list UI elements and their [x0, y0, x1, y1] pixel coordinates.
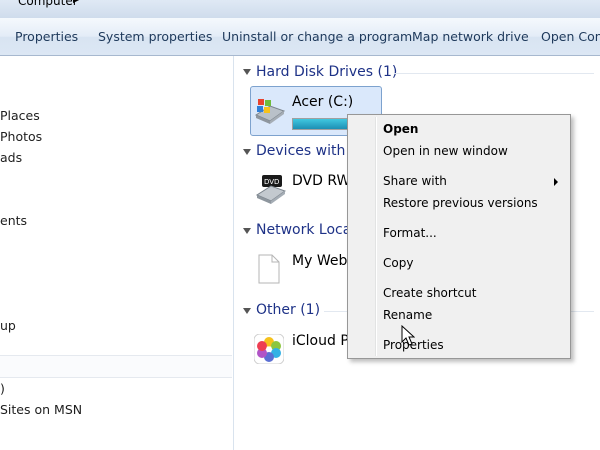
breadcrumb-arrow-icon[interactable]: ▶	[73, 0, 80, 5]
collapse-triangle-icon[interactable]	[243, 228, 251, 234]
group-heading-hard-disk[interactable]: Hard Disk Drives (1)	[256, 64, 397, 80]
nav-item-documents[interactable]: ents	[0, 213, 27, 228]
title-bar: Computer ▶	[0, 0, 600, 18]
icloud-photos-icon	[254, 334, 284, 364]
blank-document-icon	[258, 254, 280, 284]
breadcrumb-computer[interactable]: Computer	[18, 0, 78, 8]
command-bar: Properties System properties Uninstall o…	[0, 18, 600, 56]
group-divider	[394, 73, 594, 74]
group-heading-network[interactable]: Network Loca	[256, 222, 351, 238]
drive-c-label: Acer (C:)	[292, 94, 354, 110]
dvd-drive-icon: DVD	[256, 175, 286, 204]
menu-gutter	[375, 117, 377, 356]
nav-item-photos[interactable]: Photos	[0, 129, 42, 144]
collapse-triangle-icon[interactable]	[243, 69, 251, 75]
menu-item-open[interactable]: Open	[383, 122, 418, 136]
menu-item-share-with[interactable]: Share with	[383, 174, 447, 188]
navigation-pane: Places Photos ads ents up ) Sites on MSN	[0, 56, 234, 450]
menu-item-create-shortcut[interactable]: Create shortcut	[383, 286, 476, 300]
nav-selected-row[interactable]	[0, 355, 232, 378]
collapse-triangle-icon[interactable]	[243, 149, 251, 155]
icloud-label[interactable]: iCloud P	[292, 333, 349, 349]
menu-item-format[interactable]: Format...	[383, 226, 437, 240]
nav-item-drive[interactable]: )	[0, 381, 5, 396]
menu-item-restore-previous-versions[interactable]: Restore previous versions	[383, 196, 538, 210]
collapse-triangle-icon[interactable]	[243, 308, 251, 314]
menu-item-copy[interactable]: Copy	[383, 256, 413, 270]
map-network-drive-button[interactable]: Map network drive	[412, 29, 529, 44]
hard-drive-windows-icon	[254, 99, 286, 124]
nav-item-downloads[interactable]: ads	[0, 150, 22, 165]
menu-item-open-new-window[interactable]: Open in new window	[383, 144, 508, 158]
nav-item-group[interactable]: up	[0, 318, 16, 333]
nav-item-sites-on-msn[interactable]: Sites on MSN	[0, 402, 82, 417]
nav-item-places[interactable]: Places	[0, 108, 40, 123]
context-menu: Open Open in new window Share with Resto…	[347, 114, 571, 359]
group-heading-devices[interactable]: Devices with R	[256, 143, 360, 159]
properties-button[interactable]: Properties	[15, 29, 78, 44]
svg-text:DVD: DVD	[264, 178, 279, 186]
group-heading-other[interactable]: Other (1)	[256, 302, 320, 318]
submenu-arrow-icon	[554, 178, 558, 186]
my-web-label[interactable]: My Web	[292, 253, 347, 269]
system-properties-button[interactable]: System properties	[98, 29, 212, 44]
open-control-panel-button[interactable]: Open Cont	[541, 29, 600, 44]
uninstall-program-button[interactable]: Uninstall or change a program	[222, 29, 412, 44]
menu-item-rename[interactable]: Rename	[383, 308, 432, 322]
mouse-pointer-icon	[401, 325, 415, 346]
dvd-label[interactable]: DVD RW	[292, 173, 350, 189]
